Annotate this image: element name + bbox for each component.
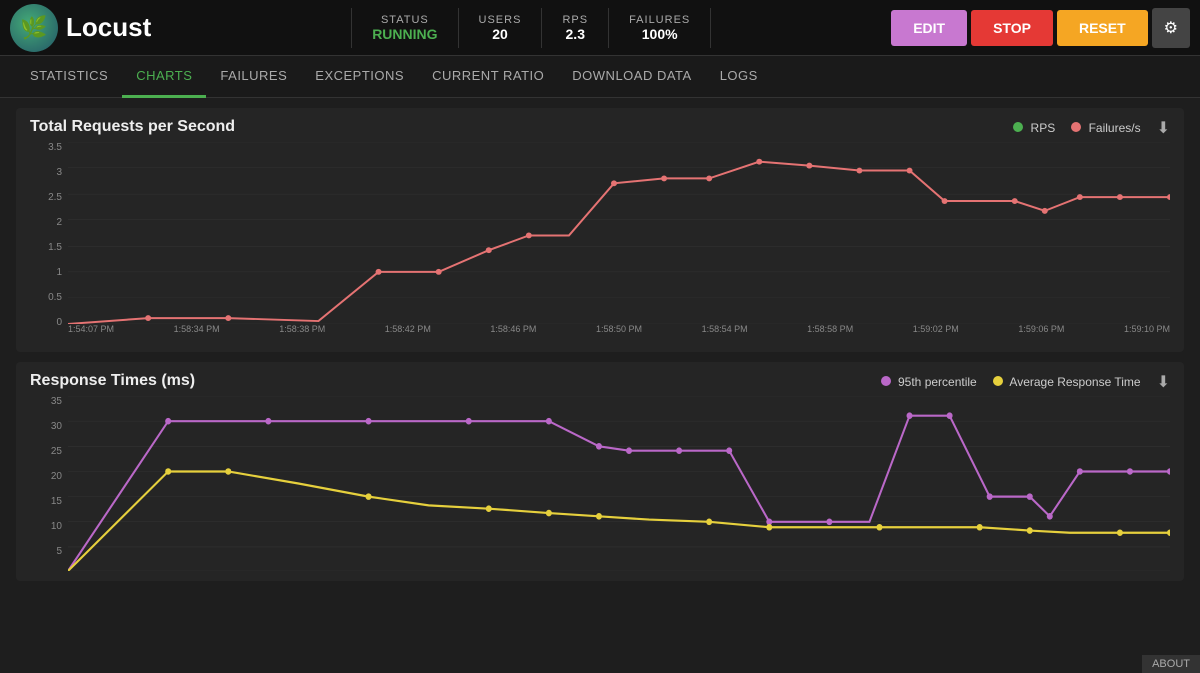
users-value: 20 bbox=[479, 26, 522, 42]
failures-value: 100% bbox=[629, 26, 690, 42]
x-label-8: 1:59:02 PM bbox=[913, 324, 959, 342]
status-block-users: USERS 20 bbox=[459, 8, 543, 48]
y-label-25: 2.5 bbox=[30, 192, 62, 203]
failures-label: FAILURES bbox=[629, 14, 690, 26]
chart-rps-legend: RPS Failures/s bbox=[1013, 121, 1140, 135]
y-label-15: 1.5 bbox=[30, 242, 62, 253]
y-label-1: 1 bbox=[30, 267, 62, 278]
chart-rps-y-axis: 3.5 3 2.5 2 1.5 1 0.5 0 bbox=[30, 142, 66, 342]
chart-response-y-axis: 35 30 25 20 15 10 5 bbox=[30, 396, 66, 571]
x-label-1: 1:58:34 PM bbox=[174, 324, 220, 342]
status-label: STATUS bbox=[372, 14, 437, 26]
status-block-failures: FAILURES 100% bbox=[609, 8, 711, 48]
settings-button[interactable]: ⚙ bbox=[1152, 8, 1190, 48]
status-blocks: STATUS RUNNING USERS 20 RPS 2.3 FAILURES… bbox=[171, 8, 891, 48]
nav-exceptions[interactable]: EXCEPTIONS bbox=[301, 56, 418, 98]
chart-response-container: 35 30 25 20 15 10 5 bbox=[30, 396, 1170, 571]
chart-rps-header: Total Requests per Second RPS Failures/s… bbox=[30, 118, 1170, 138]
reset-button[interactable]: RESET bbox=[1057, 10, 1148, 46]
x-label-3: 1:58:42 PM bbox=[385, 324, 431, 342]
y-label-r20: 20 bbox=[30, 471, 62, 482]
nav-charts[interactable]: CHARTS bbox=[122, 56, 206, 98]
chart-response-title: Response Times (ms) bbox=[30, 372, 195, 390]
chart-rps-svg bbox=[68, 142, 1170, 324]
status-block-status: STATUS RUNNING bbox=[351, 8, 458, 48]
chart-rps-title: Total Requests per Second bbox=[30, 118, 235, 136]
legend-avg-label: Average Response Time bbox=[1009, 375, 1140, 389]
nav-statistics[interactable]: STATISTICS bbox=[16, 56, 122, 98]
y-label-r30: 30 bbox=[30, 421, 62, 432]
y-label-r10: 10 bbox=[30, 521, 62, 532]
logo-text: Locust bbox=[66, 12, 151, 43]
y-label-r25: 25 bbox=[30, 446, 62, 457]
nav-logs[interactable]: LOGS bbox=[706, 56, 772, 98]
legend-failures-dot bbox=[1071, 122, 1081, 132]
chart-rps-download[interactable]: ⬇ bbox=[1157, 118, 1170, 138]
chart-rps-area bbox=[68, 142, 1170, 324]
main-content: Total Requests per Second RPS Failures/s… bbox=[0, 98, 1200, 673]
edit-button[interactable]: EDIT bbox=[891, 10, 967, 46]
logo-area: 🌿 Locust bbox=[10, 4, 151, 52]
x-label-9: 1:59:06 PM bbox=[1018, 324, 1064, 342]
legend-avg-dot bbox=[993, 376, 1003, 386]
x-label-5: 1:58:50 PM bbox=[596, 324, 642, 342]
chart-response-download[interactable]: ⬇ bbox=[1157, 372, 1170, 392]
x-label-2: 1:58:38 PM bbox=[279, 324, 325, 342]
nav: STATISTICS CHARTS FAILURES EXCEPTIONS CU… bbox=[0, 56, 1200, 98]
nav-current-ratio[interactable]: CURRENT RATIO bbox=[418, 56, 558, 98]
legend-95th-dot bbox=[881, 376, 891, 386]
chart-rps-container: 3.5 3 2.5 2 1.5 1 0.5 0 bbox=[30, 142, 1170, 342]
logo-icon: 🌿 bbox=[10, 4, 58, 52]
nav-download-data[interactable]: DOWNLOAD DATA bbox=[558, 56, 705, 98]
legend-failures: Failures/s bbox=[1071, 121, 1140, 135]
y-label-r15: 15 bbox=[30, 496, 62, 507]
x-label-6: 1:58:54 PM bbox=[702, 324, 748, 342]
y-label-35: 3.5 bbox=[30, 142, 62, 153]
x-label-4: 1:58:46 PM bbox=[490, 324, 536, 342]
stop-button[interactable]: STOP bbox=[971, 10, 1053, 46]
legend-rps: RPS bbox=[1013, 121, 1055, 135]
chart-response-legend: 95th percentile Average Response Time bbox=[881, 375, 1141, 389]
y-label-2: 2 bbox=[30, 217, 62, 228]
about-badge[interactable]: ABOUT bbox=[1142, 655, 1200, 673]
status-block-rps: RPS 2.3 bbox=[542, 8, 609, 48]
x-label-0: 1:54:07 PM bbox=[68, 324, 114, 342]
chart-rps-section: Total Requests per Second RPS Failures/s… bbox=[16, 108, 1184, 352]
y-label-3: 3 bbox=[30, 167, 62, 178]
legend-failures-label: Failures/s bbox=[1089, 121, 1141, 135]
x-label-7: 1:58:58 PM bbox=[807, 324, 853, 342]
chart-rps-x-axis: 1:54:07 PM 1:58:34 PM 1:58:38 PM 1:58:42… bbox=[68, 324, 1170, 342]
chart-response-section: Response Times (ms) 95th percentile Aver… bbox=[16, 362, 1184, 581]
legend-95th: 95th percentile bbox=[881, 375, 977, 389]
y-label-0: 0 bbox=[30, 317, 62, 328]
header-buttons: EDIT STOP RESET ⚙ bbox=[891, 8, 1190, 48]
legend-rps-dot bbox=[1013, 122, 1023, 132]
chart-response-svg bbox=[68, 396, 1170, 571]
legend-95th-label: 95th percentile bbox=[898, 375, 977, 389]
x-label-10: 1:59:10 PM bbox=[1124, 324, 1170, 342]
nav-failures[interactable]: FAILURES bbox=[206, 56, 301, 98]
header: 🌿 Locust STATUS RUNNING USERS 20 RPS 2.3… bbox=[0, 0, 1200, 56]
y-label-r5: 5 bbox=[30, 546, 62, 557]
y-label-r35: 35 bbox=[30, 396, 62, 407]
users-label: USERS bbox=[479, 14, 522, 26]
legend-avg: Average Response Time bbox=[993, 375, 1141, 389]
status-value: RUNNING bbox=[372, 26, 437, 42]
rps-value: 2.3 bbox=[562, 26, 588, 42]
chart-response-header: Response Times (ms) 95th percentile Aver… bbox=[30, 372, 1170, 392]
y-label-05: 0.5 bbox=[30, 292, 62, 303]
legend-rps-label: RPS bbox=[1031, 121, 1056, 135]
chart-response-area bbox=[68, 396, 1170, 571]
rps-label: RPS bbox=[562, 14, 588, 26]
